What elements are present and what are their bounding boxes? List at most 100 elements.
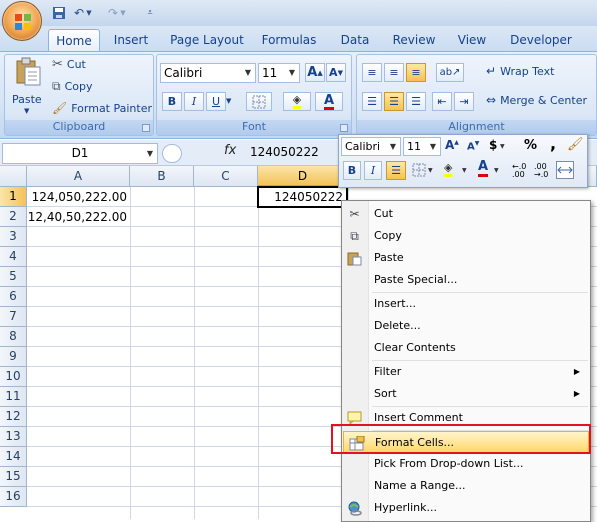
menu-item-cut[interactable]: ✂ Cut [342,203,590,225]
align-center-button[interactable]: ☰ [384,92,404,111]
mini-comma-icon[interactable]: , [550,134,556,153]
insert-function-icon[interactable]: fx [224,143,236,158]
paste-button[interactable]: Paste ▼ [12,57,44,119]
decrease-indent-button[interactable]: ⇤ [432,92,452,111]
name-box[interactable]: D1 ▼ [2,143,158,164]
row-header-16[interactable]: 16 [0,487,27,507]
font-name-dropdown-icon[interactable]: ▼ [241,64,255,82]
tab-page-layout[interactable]: Page Layout [168,29,246,52]
row-header-3[interactable]: 3 [0,227,27,247]
menu-item-filter[interactable]: Filter ▶ [342,361,590,383]
tab-review[interactable]: Review [388,29,440,52]
mini-borders-dropdown-icon[interactable]: ▼ [428,167,433,174]
tab-insert[interactable]: Insert [108,29,154,52]
menu-item-insert[interactable]: Insert... [342,293,590,315]
formula-input[interactable]: 124050222 [244,143,344,164]
grow-font-button[interactable]: A ▲ [305,63,325,82]
mini-fill-dropdown-icon[interactable]: ▼ [462,167,467,174]
column-header-a[interactable]: A [27,166,130,187]
bold-button[interactable]: B [162,92,182,111]
menu-item-copy[interactable]: ⧉ Copy [342,225,590,247]
row-header-2[interactable]: 2 [0,207,27,227]
mini-format-painter-icon[interactable]: 🖌 [567,137,584,152]
mini-font-combo[interactable]: Calibri ▼ [341,137,401,156]
font-size-dropdown-icon[interactable]: ▼ [285,64,299,82]
tab-view[interactable]: View [452,29,492,52]
shrink-font-button[interactable]: A ▼ [326,63,346,82]
formula-bar-handle-icon[interactable] [162,144,182,163]
mini-currency-dropdown-icon[interactable]: ▼ [500,143,505,150]
row-header-7[interactable]: 7 [0,307,27,327]
row-header-9[interactable]: 9 [0,347,27,367]
fill-color-button[interactable]: ◈ [283,92,311,111]
tab-home[interactable]: Home [48,29,100,52]
mini-size-dropdown-icon[interactable]: ▼ [426,138,440,155]
clipboard-launcher-icon[interactable] [142,124,150,132]
office-button[interactable] [2,1,42,41]
row-header-10[interactable]: 10 [0,367,27,387]
wrap-text-button[interactable]: ↵ Wrap Text [486,64,554,78]
font-launcher-icon[interactable] [340,124,348,132]
align-left-button[interactable]: ☰ [362,92,382,111]
menu-item-delete[interactable]: Delete... [342,315,590,337]
menu-item-paste[interactable]: Paste [342,247,590,269]
cell-d1[interactable]: 124050222 [257,186,348,208]
name-box-dropdown-icon[interactable]: ▼ [147,144,153,163]
cell-a1[interactable]: 124,050,222.00 [27,187,130,207]
underline-dropdown-icon[interactable]: ▼ [226,97,231,105]
column-header-c[interactable]: C [194,166,258,187]
customize-qat-icon[interactable]: ⩡ [144,4,156,22]
mini-shrink-font-icon[interactable]: A▼ [467,140,479,152]
mini-percent-icon[interactable]: % [524,138,537,153]
menu-item-name-range[interactable]: Name a Range... [342,475,590,497]
mini-grow-font-icon[interactable]: A▲ [445,138,459,152]
menu-item-pick-from-list[interactable]: Pick From Drop-down List... [342,453,590,475]
mini-font-color-dropdown-icon[interactable]: ▼ [494,167,499,174]
mini-currency-icon[interactable]: $ [489,138,497,152]
row-header-4[interactable]: 4 [0,247,27,267]
tab-data[interactable]: Data [336,29,374,52]
copy-button[interactable]: ⧉ Copy [52,79,92,94]
font-color-button[interactable]: A [315,92,343,111]
align-middle-button[interactable]: ≡ [384,63,404,82]
tab-formulas[interactable]: Formulas [258,29,320,52]
decrease-decimal-icon[interactable]: .00 →.0 [534,163,548,179]
column-header-d[interactable]: D [258,166,348,187]
row-header-6[interactable]: 6 [0,287,27,307]
increase-indent-button[interactable]: ⇥ [454,92,474,111]
align-bottom-button[interactable]: ≡ [406,63,426,82]
mini-size-combo[interactable]: 11 ▼ [403,137,441,156]
row-header-8[interactable]: 8 [0,327,27,347]
mini-align-center-button[interactable]: ☰ [386,161,406,180]
font-size-combo[interactable]: 11 ▼ [258,63,300,83]
orientation-button[interactable]: ab↗ [436,63,464,82]
row-header-15[interactable]: 15 [0,467,27,487]
row-header-1[interactable]: 1 [0,187,27,207]
merge-center-button[interactable]: ⇔ Merge & Center [486,93,587,107]
row-header-12[interactable]: 12 [0,407,27,427]
mini-italic-button[interactable]: I [364,161,382,180]
menu-item-sort[interactable]: Sort ▶ [342,383,590,405]
mini-font-dropdown-icon[interactable]: ▼ [386,138,400,155]
font-name-combo[interactable]: Calibri ▼ [160,63,256,83]
mini-merge-icon[interactable] [556,161,574,179]
mini-borders-icon[interactable] [412,163,426,180]
row-header-14[interactable]: 14 [0,447,27,467]
column-header-b[interactable]: B [130,166,194,187]
cell-a2[interactable]: 12,40,50,222.00 [27,207,130,227]
align-right-button[interactable]: ☰ [406,92,426,111]
format-painter-button[interactable]: 🖌 Format Painter [52,101,152,115]
mini-font-color-icon[interactable]: A [478,160,489,177]
save-icon[interactable] [50,4,68,22]
menu-item-paste-special[interactable]: Paste Special... [342,269,590,291]
row-header-13[interactable]: 13 [0,427,27,447]
borders-button[interactable] [246,92,272,111]
menu-item-clear-contents[interactable]: Clear Contents [342,337,590,359]
select-all-corner[interactable] [0,166,27,187]
cut-button[interactable]: ✂ Cut [52,57,86,72]
row-header-11[interactable]: 11 [0,387,27,407]
mini-bold-button[interactable]: B [343,161,361,180]
menu-item-hyperlink[interactable]: Hyperlink... [342,497,590,519]
increase-decimal-icon[interactable]: ←.0.00 [512,163,526,179]
tab-developer[interactable]: Developer [506,29,576,52]
